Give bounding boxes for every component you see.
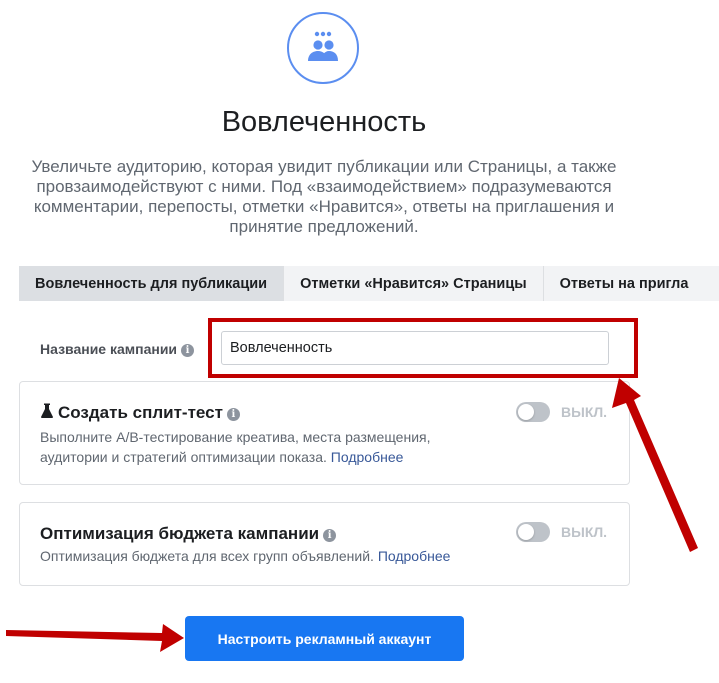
budget-optimization-toggle[interactable] — [516, 522, 550, 542]
split-test-toggle-label: ВЫКЛ. — [561, 404, 608, 420]
budget-optimization-title-text: Оптимизация бюджета кампании — [40, 524, 320, 543]
flask-icon — [41, 403, 53, 418]
people-group-icon — [287, 12, 359, 84]
campaign-name-label-text: Название кампании — [40, 341, 178, 357]
objective-description: Увеличьте аудиторию, которая увидит публ… — [31, 157, 617, 236]
info-icon[interactable]: i — [181, 344, 195, 357]
campaign-name-label: Название кампании i — [40, 341, 195, 357]
split-test-card: Создать сплит-тест i Выполните A/B-тестир… — [19, 381, 630, 485]
campaign-name-input[interactable] — [221, 331, 609, 365]
split-test-title-text: Создать сплит-тест — [58, 403, 223, 422]
budget-optimization-title: Оптимизация бюджета кампании i — [40, 524, 337, 544]
budget-optimization-toggle-label: ВЫКЛ. — [561, 524, 608, 540]
budget-optimization-description-text: Оптимизация бюджета для всех групп объяв… — [40, 548, 374, 564]
budget-optimization-card: Оптимизация бюджета кампании i Оптимизаци… — [19, 502, 630, 586]
page-title: Вовлеченность — [221, 106, 427, 138]
engagement-tabs: Вовлеченность для публикации Отметки «Нр… — [19, 266, 719, 301]
info-icon[interactable]: i — [226, 408, 240, 421]
budget-optimization-description: Оптимизация бюджета для всех групп объяв… — [40, 546, 600, 566]
split-test-toggle[interactable] — [516, 402, 550, 422]
budget-optimization-learn-more-link[interactable]: Подробнее — [378, 548, 451, 564]
tab-page-likes[interactable]: Отметки «Нравится» Страницы — [284, 266, 544, 301]
split-test-learn-more-link[interactable]: Подробнее — [331, 449, 404, 465]
annotation-arrow-left — [6, 624, 184, 652]
info-icon[interactable]: i — [323, 529, 337, 542]
toggle-knob — [518, 404, 534, 420]
tab-post-engagement[interactable]: Вовлеченность для публикации — [19, 266, 285, 301]
tab-event-responses[interactable]: Ответы на пригла — [544, 266, 705, 301]
split-test-title: Создать сплит-тест i — [40, 403, 240, 423]
setup-ad-account-button[interactable]: Настроить рекламный аккаунт — [185, 616, 464, 661]
split-test-description: Выполните A/B-тестирование креатива, мес… — [40, 427, 480, 467]
toggle-knob — [518, 524, 534, 540]
